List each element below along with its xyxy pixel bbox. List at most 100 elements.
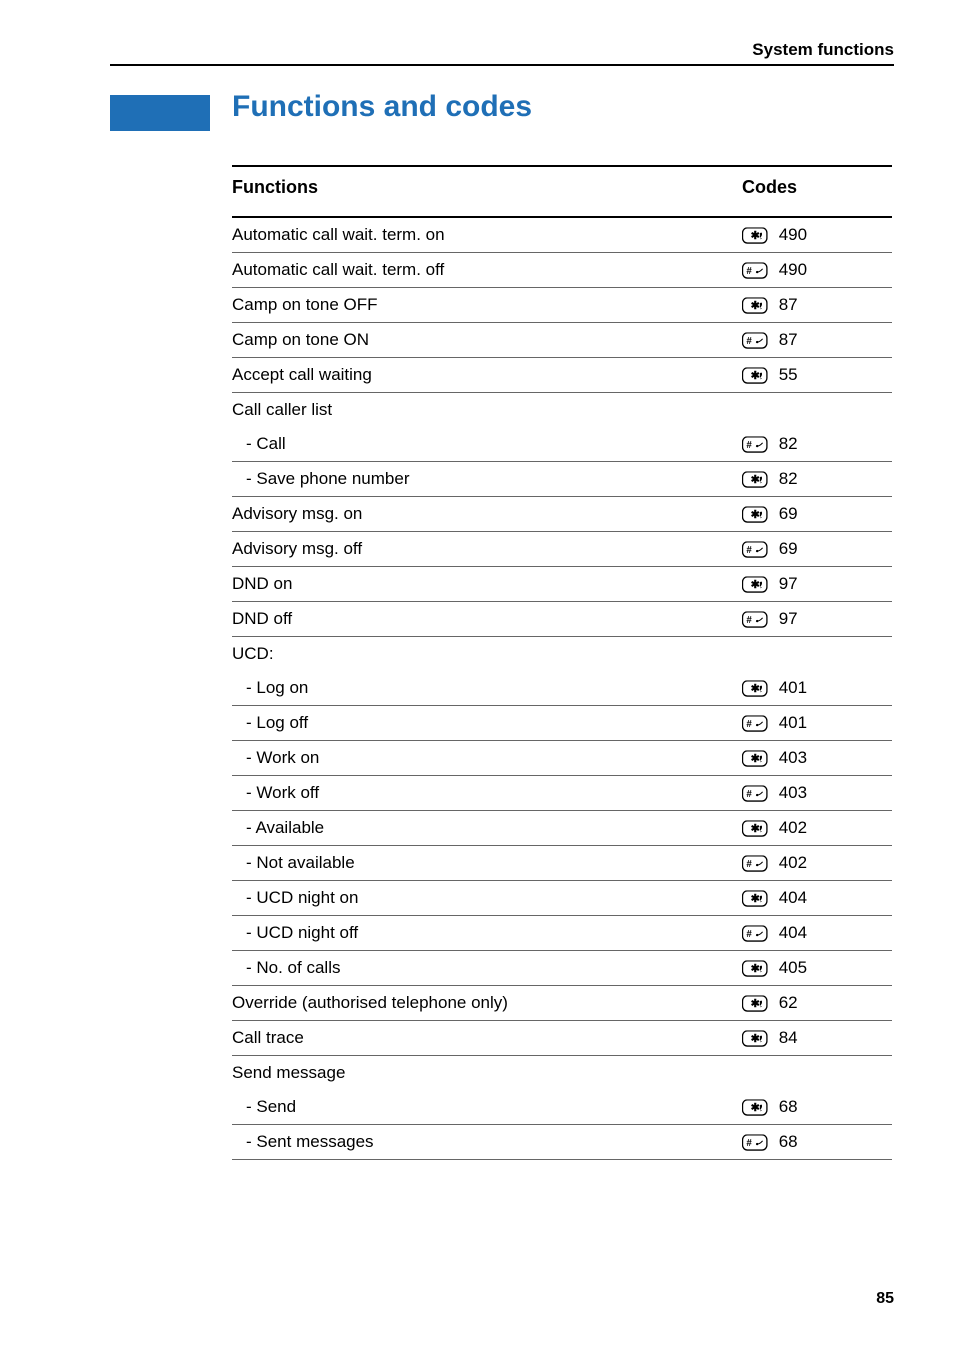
code-value: 82 <box>774 469 798 488</box>
table-row: Camp on tone OFF 87 <box>232 288 892 323</box>
table-row: - Log off 401 <box>232 706 892 741</box>
star-key-icon <box>742 995 768 1013</box>
code-cell <box>742 393 892 428</box>
page-title: Functions and codes <box>232 90 532 124</box>
table-row: - Log on 401 <box>232 671 892 706</box>
function-cell: - UCD night on <box>232 881 742 916</box>
function-cell: DND on <box>232 567 742 602</box>
function-cell: - Log off <box>232 706 742 741</box>
code-value: 55 <box>774 365 798 384</box>
page-number: 85 <box>876 1290 894 1308</box>
function-cell: Automatic call wait. term. off <box>232 253 742 288</box>
hash-key-icon <box>742 541 768 559</box>
hash-key-icon <box>742 785 768 803</box>
code-cell: 490 <box>742 253 892 288</box>
table-row: - Not available 402 <box>232 846 892 881</box>
table-row: DND off 97 <box>232 602 892 637</box>
code-cell <box>742 637 892 672</box>
hash-key-icon <box>742 925 768 943</box>
table-row: Call caller list <box>232 393 892 428</box>
code-value: 402 <box>774 853 807 872</box>
code-value: 405 <box>774 958 807 977</box>
code-cell: 401 <box>742 671 892 706</box>
hash-key-icon <box>742 436 768 454</box>
code-value: 69 <box>774 504 798 523</box>
table-row: UCD: <box>232 637 892 672</box>
table-row: - Work off 403 <box>232 776 892 811</box>
code-cell: 68 <box>742 1090 892 1125</box>
table-row: - Available 402 <box>232 811 892 846</box>
code-cell: 404 <box>742 881 892 916</box>
code-value: 403 <box>774 783 807 802</box>
code-cell: 87 <box>742 323 892 358</box>
code-cell: 402 <box>742 811 892 846</box>
code-cell: 69 <box>742 497 892 532</box>
table-row: DND on 97 <box>232 567 892 602</box>
code-value: 404 <box>774 923 807 942</box>
function-cell: Advisory msg. on <box>232 497 742 532</box>
function-cell: - Send <box>232 1090 742 1125</box>
code-cell: 82 <box>742 462 892 497</box>
code-cell: 403 <box>742 776 892 811</box>
function-cell: - Save phone number <box>232 462 742 497</box>
code-value: 403 <box>774 748 807 767</box>
page-header: System functions <box>752 40 894 60</box>
function-cell: Automatic call wait. term. on <box>232 217 742 253</box>
table-row: Automatic call wait. term. on 490 <box>232 217 892 253</box>
hash-key-icon <box>742 611 768 629</box>
star-key-icon <box>742 890 768 908</box>
code-cell: 97 <box>742 567 892 602</box>
star-key-icon <box>742 297 768 315</box>
code-value: 84 <box>774 1028 798 1047</box>
code-value: 401 <box>774 678 807 697</box>
function-cell: Send message <box>232 1056 742 1091</box>
table-row: Accept call waiting 55 <box>232 358 892 393</box>
table-row: - Work on 403 <box>232 741 892 776</box>
table-row: Advisory msg. on 69 <box>232 497 892 532</box>
code-value: 490 <box>774 225 807 244</box>
star-key-icon <box>742 471 768 489</box>
table-row: - UCD night on 404 <box>232 881 892 916</box>
star-key-icon <box>742 960 768 978</box>
code-value: 97 <box>774 609 798 628</box>
code-cell: 97 <box>742 602 892 637</box>
function-cell: Camp on tone OFF <box>232 288 742 323</box>
function-cell: - No. of calls <box>232 951 742 986</box>
table-row: Advisory msg. off 69 <box>232 532 892 567</box>
col-functions: Functions <box>232 166 742 217</box>
table-row: Automatic call wait. term. off 490 <box>232 253 892 288</box>
code-value: 402 <box>774 818 807 837</box>
code-cell: 69 <box>742 532 892 567</box>
code-cell: 405 <box>742 951 892 986</box>
function-cell: DND off <box>232 602 742 637</box>
function-cell: - Not available <box>232 846 742 881</box>
code-value: 404 <box>774 888 807 907</box>
code-value: 68 <box>774 1097 798 1116</box>
code-cell: 62 <box>742 986 892 1021</box>
code-value: 62 <box>774 993 798 1012</box>
function-cell: - Work off <box>232 776 742 811</box>
table-row: - Save phone number 82 <box>232 462 892 497</box>
code-cell <box>742 1056 892 1091</box>
code-cell: 68 <box>742 1125 892 1160</box>
function-cell: Advisory msg. off <box>232 532 742 567</box>
codes-table: Functions Codes Automatic call wait. ter… <box>232 165 892 1160</box>
table-row: Override (authorised telephone only) 62 <box>232 986 892 1021</box>
code-cell: 82 <box>742 427 892 462</box>
code-cell: 402 <box>742 846 892 881</box>
code-value: 69 <box>774 539 798 558</box>
star-key-icon <box>742 680 768 698</box>
hash-key-icon <box>742 715 768 733</box>
star-key-icon <box>742 750 768 768</box>
code-value: 68 <box>774 1132 798 1151</box>
code-cell: 404 <box>742 916 892 951</box>
hash-key-icon <box>742 1134 768 1152</box>
star-key-icon <box>742 1030 768 1048</box>
code-value: 87 <box>774 295 798 314</box>
code-cell: 403 <box>742 741 892 776</box>
code-value: 97 <box>774 574 798 593</box>
hash-key-icon <box>742 855 768 873</box>
code-cell: 55 <box>742 358 892 393</box>
table-row: - No. of calls 405 <box>232 951 892 986</box>
function-cell: - Sent messages <box>232 1125 742 1160</box>
